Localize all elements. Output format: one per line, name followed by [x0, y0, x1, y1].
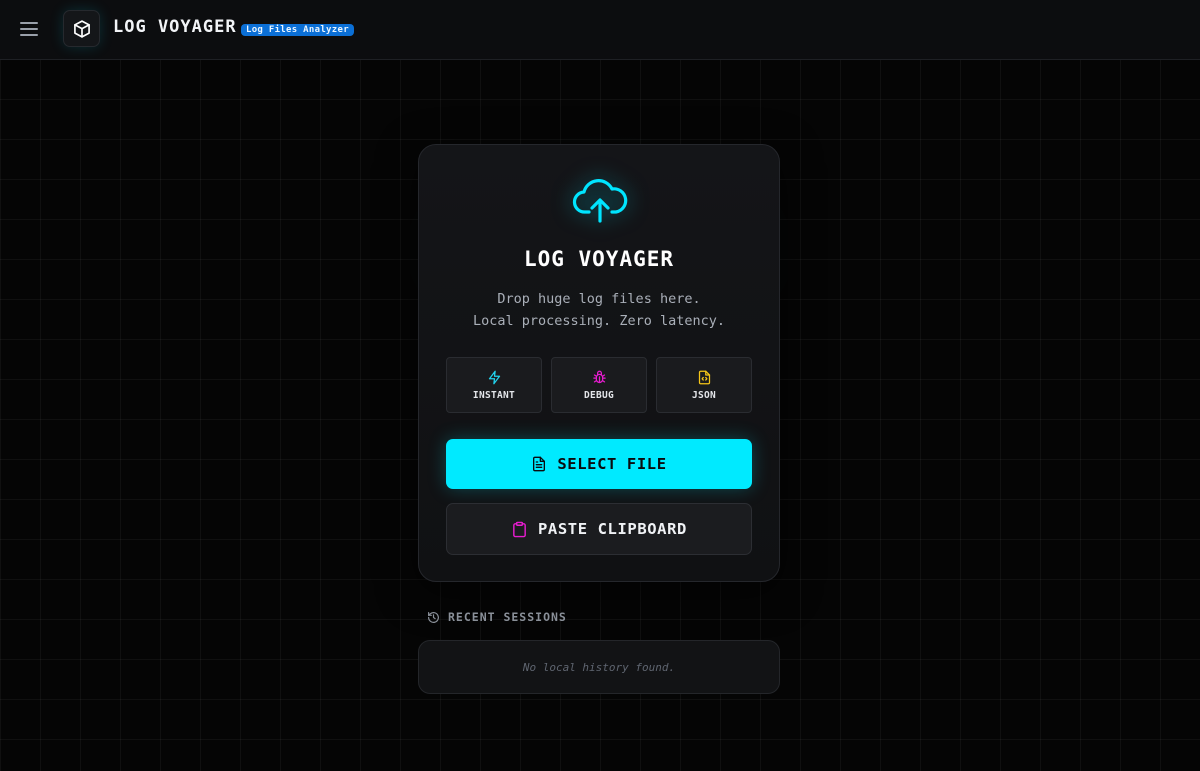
app-title: LOG VOYAGER [113, 17, 237, 37]
history-icon [428, 611, 439, 623]
json-file-icon [698, 370, 710, 384]
feature-debug-label: DEBUG [583, 389, 615, 401]
app-badge: Log Files Analyzer [241, 24, 354, 36]
feature-instant-label: INSTANT [472, 389, 516, 401]
lightning-icon [488, 370, 500, 384]
cube-icon [63, 10, 100, 47]
card-description: Drop huge log files here. Local processi… [419, 288, 779, 332]
recent-sessions-header: RECENT SESSIONS [427, 610, 567, 624]
select-file-label: SELECT FILE [557, 455, 667, 473]
top-bar: LOG VOYAGER Log Files Analyzer [0, 0, 1200, 60]
feature-instant[interactable]: INSTANT [446, 357, 542, 413]
feature-json-label: JSON [691, 389, 717, 401]
file-text-icon [533, 456, 546, 472]
cloud-upload-icon [572, 179, 628, 223]
description-line-2: Local processing. Zero latency. [473, 313, 725, 329]
recent-sessions-title: RECENT SESSIONS [448, 610, 567, 624]
clipboard-icon [513, 521, 526, 537]
history-empty-message: No local history found. [522, 660, 676, 674]
upload-card[interactable]: LOG VOYAGER Drop huge log files here. Lo… [418, 144, 780, 582]
bug-icon [592, 370, 606, 383]
feature-debug[interactable]: DEBUG [551, 357, 647, 413]
hamburger-menu-icon[interactable] [20, 18, 42, 40]
card-title: LOG VOYAGER [523, 247, 675, 271]
paste-clipboard-button[interactable]: PASTE CLIPBOARD [446, 503, 752, 555]
description-line-1: Drop huge log files here. [497, 291, 701, 307]
select-file-button[interactable]: SELECT FILE [446, 439, 752, 489]
feature-json[interactable]: JSON [656, 357, 752, 413]
paste-clipboard-label: PASTE CLIPBOARD [538, 520, 687, 538]
history-list: No local history found. [418, 640, 780, 694]
